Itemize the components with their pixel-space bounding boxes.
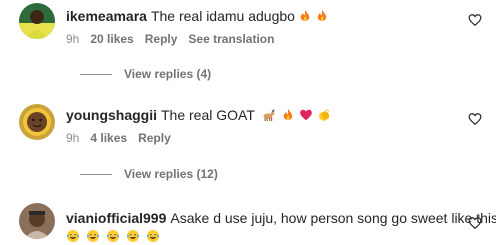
- avatar[interactable]: [19, 104, 55, 140]
- view-replies-button[interactable]: View replies (12): [66, 166, 218, 182]
- comment-meta: 9h 4 likes Reply: [66, 130, 182, 146]
- comment-line: vianiofficial999 Asake d use juju, how pe…: [66, 209, 496, 227]
- reply-button[interactable]: Reply: [138, 131, 171, 145]
- laughing-tears-icon: [106, 229, 120, 243]
- comment-text: The real idamu adugbo: [150, 8, 295, 24]
- view-replies-label: View replies (4): [124, 67, 212, 81]
- clapping-hands-icon: [317, 108, 331, 122]
- comment-line: ikemeamara The real idamu adugbo: [66, 7, 329, 25]
- like-heart-icon[interactable]: [468, 112, 482, 126]
- fire-icon: [298, 9, 312, 23]
- divider-line: [80, 174, 112, 176]
- likes-count[interactable]: 20 likes: [90, 32, 133, 46]
- laughing-tears-icon: [146, 229, 160, 243]
- comment-username[interactable]: ikemeamara: [66, 8, 147, 24]
- reply-button[interactable]: Reply: [145, 32, 178, 46]
- see-translation-button[interactable]: See translation: [188, 32, 274, 46]
- red-heart-icon: [299, 108, 313, 122]
- comment-text: The real GOAT: [161, 107, 255, 123]
- comment-username[interactable]: vianiofficial999: [66, 210, 166, 226]
- view-replies-label: View replies (12): [124, 167, 218, 181]
- comment-time: 9h: [66, 131, 80, 145]
- comment-username[interactable]: youngshaggii: [66, 107, 157, 123]
- comment-line-continued: [66, 227, 160, 245]
- fire-icon: [315, 9, 329, 23]
- avatar[interactable]: [19, 3, 55, 39]
- goat-icon: [261, 108, 275, 122]
- avatar[interactable]: [19, 203, 55, 239]
- comment-line: youngshaggii The real GOAT: [66, 106, 331, 124]
- view-replies-button[interactable]: View replies (4): [66, 66, 211, 82]
- fire-icon: [281, 108, 295, 122]
- like-heart-icon[interactable]: [468, 13, 482, 27]
- likes-count[interactable]: 4 likes: [90, 131, 127, 145]
- laughing-tears-icon: [126, 229, 140, 243]
- laughing-tears-icon: [86, 229, 100, 243]
- like-heart-icon[interactable]: [468, 216, 482, 230]
- comment-text: Asake d use juju, how person song go swe…: [170, 210, 496, 226]
- divider-line: [80, 74, 112, 76]
- comment-time: 9h: [66, 32, 80, 46]
- laughing-tears-icon: [66, 229, 80, 243]
- comment-meta: 9h 20 likes Reply See translation: [66, 31, 285, 47]
